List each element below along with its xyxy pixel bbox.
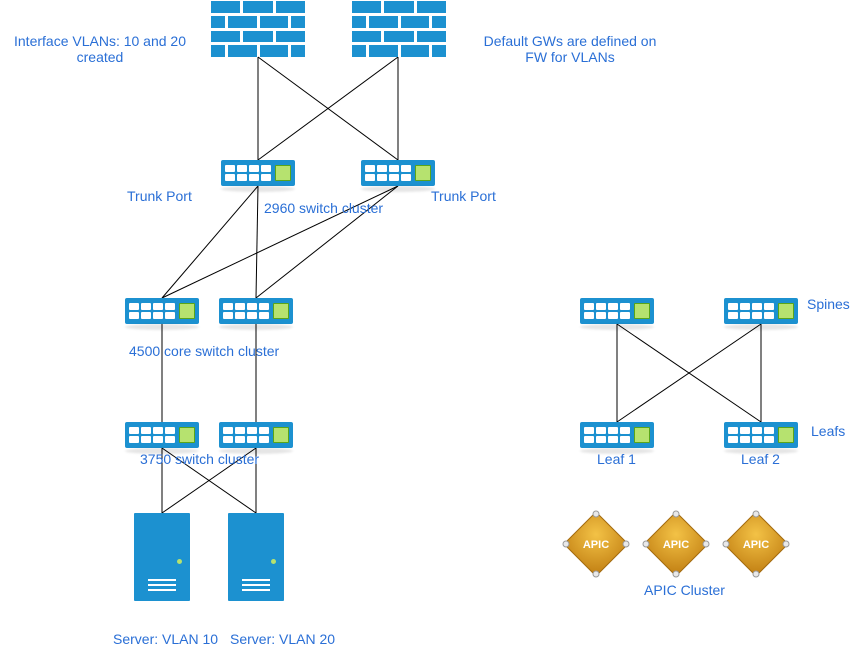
sw-4500-left <box>125 298 199 324</box>
leaf-1 <box>580 422 654 448</box>
sw-2960-left <box>221 160 295 186</box>
label-leafs: Leafs <box>811 423 845 439</box>
label-leaf2: Leaf 2 <box>741 451 780 467</box>
sw-3750-left <box>125 422 199 448</box>
apic-badge-text: APIC <box>663 539 689 551</box>
label-4500-cluster: 4500 core switch cluster <box>129 343 279 359</box>
label-trunk-port-right: Trunk Port <box>431 188 496 204</box>
sw-4500-right <box>219 298 293 324</box>
label-server-vlan10: Server: VLAN 10 <box>113 631 218 647</box>
label-2960-cluster: 2960 switch cluster <box>264 200 383 216</box>
label-default-gw: Default GWs are defined on FW for VLANs <box>477 33 663 65</box>
label-leaf1: Leaf 1 <box>597 451 636 467</box>
label-apic-cluster: APIC Cluster <box>644 582 725 598</box>
label-trunk-port-left: Trunk Port <box>127 188 192 204</box>
link-fw-l-2960-r <box>258 57 398 160</box>
firewall-left <box>211 1 305 57</box>
server-vlan20 <box>228 513 284 601</box>
apic-badge-text: APIC <box>743 539 769 551</box>
link-spine1-leaf2 <box>617 324 761 422</box>
sw-3750-right <box>219 422 293 448</box>
link-2960-l-4500-r <box>256 186 258 298</box>
firewall-right <box>352 1 446 57</box>
label-vlan-interfaces: Interface VLANs: 10 and 20 created <box>7 33 193 65</box>
spine-2 <box>724 298 798 324</box>
server-vlan10 <box>134 513 190 601</box>
label-server-vlan20: Server: VLAN 20 <box>230 631 335 647</box>
sw-2960-right <box>361 160 435 186</box>
link-fw-r-2960-l <box>258 57 398 160</box>
apic-badge-text: APIC <box>583 539 609 551</box>
apic-2: APIC <box>642 510 710 578</box>
link-spine2-leaf1 <box>617 324 761 422</box>
apic-1: APIC <box>562 510 630 578</box>
spine-1 <box>580 298 654 324</box>
label-spines: Spines <box>807 296 850 312</box>
leaf-2 <box>724 422 798 448</box>
apic-3: APIC <box>722 510 790 578</box>
label-3750-cluster: 3750 switch cluster <box>140 451 259 467</box>
